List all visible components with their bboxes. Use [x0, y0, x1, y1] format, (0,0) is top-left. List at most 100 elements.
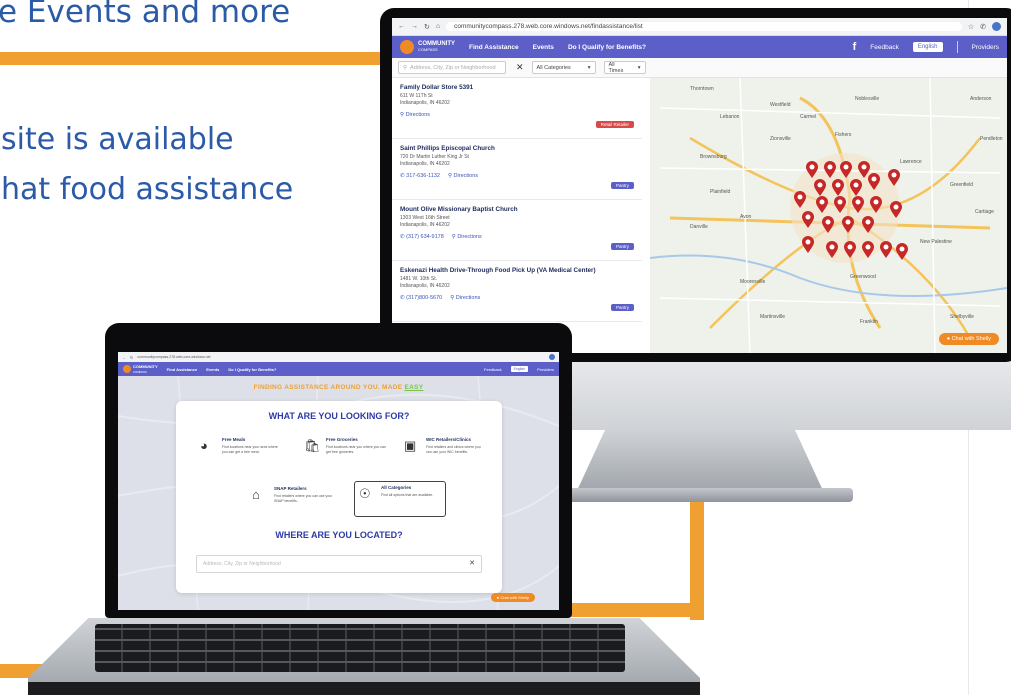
option-wic-retailers[interactable]: ▣ WIC Retailers/Clinics Find retailers a…: [404, 434, 496, 468]
desktop-site-nav: COMMUNITY COMPASS Find Assistance Events …: [392, 36, 1007, 58]
result-category-tag: Pantry: [610, 304, 634, 311]
laptop-base-edge: [28, 682, 700, 695]
nav-events[interactable]: Events: [533, 44, 554, 51]
result-name[interactable]: Eskenazi Health Drive-Through Food Pick …: [400, 267, 634, 274]
logo-text-line2: COMPASS: [418, 47, 438, 52]
laptop-address-bar[interactable]: communitycompass.278.web.core.windows.ne…: [137, 355, 545, 359]
map-town-label: Franklin: [860, 319, 878, 325]
result-item[interactable]: Saint Phillips Episcopal Church 720 Dr Ma…: [392, 139, 642, 200]
back-icon[interactable]: ←: [122, 355, 126, 360]
map-town-label: Cartiage: [975, 209, 994, 215]
star-icon[interactable]: ☆: [968, 23, 974, 31]
orange-rule-top: [0, 52, 395, 65]
results-map[interactable]: Thorntown Lebanon Zionsville Carmel Fishers N…: [650, 78, 1007, 353]
bowl-icon: ◕: [200, 438, 208, 453]
reload-icon[interactable]: ↻: [424, 23, 430, 31]
clear-search-icon[interactable]: ✕: [516, 62, 524, 73]
logo-text-line2: COMPASS: [133, 370, 147, 374]
desktop-address-bar[interactable]: communitycompass.278.web.core.windows.ne…: [446, 22, 962, 31]
map-town-label: Pendleton: [980, 136, 1003, 142]
option-all-categories[interactable]: ☉ All Categories Find all options that a…: [354, 481, 446, 517]
profile-avatar[interactable]: [549, 354, 555, 360]
map-town-label: Greenfield: [950, 182, 973, 188]
option-snap-retailers[interactable]: ⌂ SNAP Retailers Find retailers where yo…: [252, 483, 342, 517]
results-list: Family Dollar Store 5391 611 W 11Th St Ind…: [392, 78, 642, 353]
option-free-groceries[interactable]: 🛍 Free Groceries Find locations near you…: [304, 434, 394, 468]
tagline-easy: EASY: [404, 384, 424, 391]
map-town-label: Avon: [740, 214, 752, 220]
category-select[interactable]: All Categories ▾: [531, 61, 596, 74]
nav-providers[interactable]: Providers: [537, 367, 554, 372]
map-pin-icon: ⚲: [447, 172, 453, 179]
result-phone[interactable]: ✆ (317) 634-9178: [400, 234, 444, 240]
nav-events[interactable]: Events: [206, 367, 219, 372]
result-phone[interactable]: ✆ (317)800-5670: [400, 295, 442, 301]
result-name[interactable]: Saint Phillips Episcopal Church: [400, 145, 634, 152]
result-item[interactable]: Family Dollar Store 5391 611 W 11Th St Ind…: [392, 78, 642, 139]
community-compass-logo[interactable]: COMMUNITY COMPASS: [123, 364, 158, 374]
result-category-tag: Pantry: [610, 182, 634, 189]
nav-providers[interactable]: Providers: [972, 44, 999, 51]
map-town-label: Lawrence: [900, 159, 922, 165]
monitor-stand: [575, 430, 825, 495]
profile-avatar[interactable]: [992, 22, 1001, 31]
phone-icon: ✆: [400, 172, 405, 179]
location-heading: WHERE ARE YOU LOCATED?: [275, 530, 403, 540]
result-actions: ✆ (317)800-5670 ⚲ Directions: [400, 295, 634, 301]
map-town-label: Greenwood: [850, 274, 876, 280]
times-select[interactable]: All Times ▾: [603, 61, 646, 74]
nav-feedback[interactable]: Feedback: [870, 44, 899, 51]
map-canvas[interactable]: Thorntown Lebanon Zionsville Carmel Fishers N…: [650, 78, 1007, 353]
result-directions[interactable]: ⚲ Directions: [450, 295, 480, 301]
result-item[interactable]: Eskenazi Health Drive-Through Food Pick …: [392, 261, 642, 322]
result-name[interactable]: Mount Olive Missionary Baptist Church: [400, 206, 634, 213]
result-actions: ✆ 317-636-1132 ⚲ Directions: [400, 173, 634, 179]
community-compass-logo[interactable]: COMMUNITY COMPASS: [400, 40, 455, 54]
nav-qualify-benefits[interactable]: Do I Qualify for Benefits?: [228, 367, 276, 372]
facebook-icon[interactable]: f: [853, 41, 857, 53]
result-phone[interactable]: ✆ 317-636-1132: [400, 173, 440, 179]
chat-with-shelly-button[interactable]: ● Chat with Shelly: [938, 333, 999, 345]
tagline: FINDING ASSISTANCE AROUND YOU. MADE EASY: [253, 384, 424, 391]
laptop-site-nav: COMMUNITY COMPASS Find Assistance Events …: [118, 362, 559, 376]
search-icon: ⚲: [403, 64, 408, 71]
desktop-filter-row: ⚲ Address, City, Zip or Neighborhood ✕ A…: [392, 58, 1007, 78]
monitor-stand-base: [548, 488, 853, 502]
chevron-down-icon: ▾: [637, 64, 641, 71]
language-button[interactable]: English: [912, 42, 943, 52]
map-town-label: Martinsville: [760, 314, 785, 320]
store-icon: ▣: [404, 438, 417, 453]
laptop-page-body: FINDING ASSISTANCE AROUND YOU. MADE EASY…: [118, 376, 559, 610]
map-town-label: Zionsville: [770, 136, 791, 142]
headline-line-1: e Events and more: [0, 0, 291, 30]
result-item[interactable]: Mount Olive Missionary Baptist Church 130…: [392, 200, 642, 261]
result-directions[interactable]: ⚲ Directions: [448, 173, 478, 179]
nav-find-assistance[interactable]: Find Assistance: [167, 367, 198, 372]
nav-feedback[interactable]: Feedback: [484, 367, 502, 372]
chat-with-shelly-button[interactable]: ● Chat with Shelly: [490, 593, 535, 602]
result-category-tag: Pantry: [610, 243, 634, 250]
phone-icon[interactable]: ✆: [980, 23, 986, 31]
nav-qualify-benefits[interactable]: Do I Qualify for Benefits?: [568, 44, 646, 51]
back-icon[interactable]: ←: [398, 23, 405, 30]
chevron-down-icon: ▾: [587, 64, 591, 71]
phone-icon: ✆: [400, 294, 405, 301]
reload-icon[interactable]: ↻: [130, 355, 133, 360]
compass-logo-icon: [123, 365, 131, 373]
result-name[interactable]: Family Dollar Store 5391: [400, 84, 634, 91]
result-directions[interactable]: ⚲ Directions: [452, 234, 482, 240]
map-town-label: Carmel: [800, 114, 816, 120]
clear-location-icon[interactable]: ✕: [469, 559, 475, 567]
language-button[interactable]: English: [510, 366, 529, 372]
house-icon: ⌂: [252, 487, 260, 502]
home-icon[interactable]: ⌂: [436, 23, 440, 30]
nav-find-assistance[interactable]: Find Assistance: [469, 44, 519, 51]
desktop-browser-bar: ← → ↻ ⌂ communitycompass.278.web.core.wi…: [392, 18, 1007, 36]
forward-icon[interactable]: →: [411, 23, 418, 30]
result-address: 1303 West 16th Street Indianapolis, IN 46…: [400, 215, 450, 228]
orange-cable-curve: [570, 603, 704, 617]
desktop-search-input[interactable]: ⚲ Address, City, Zip or Neighborhood: [398, 61, 506, 74]
location-input[interactable]: Address, City, Zip or Neighborhood ✕: [196, 555, 482, 573]
result-directions[interactable]: ⚲ Directions: [400, 112, 430, 118]
option-free-meals[interactable]: ◕ Free Meals Find locations near your ar…: [200, 434, 290, 468]
